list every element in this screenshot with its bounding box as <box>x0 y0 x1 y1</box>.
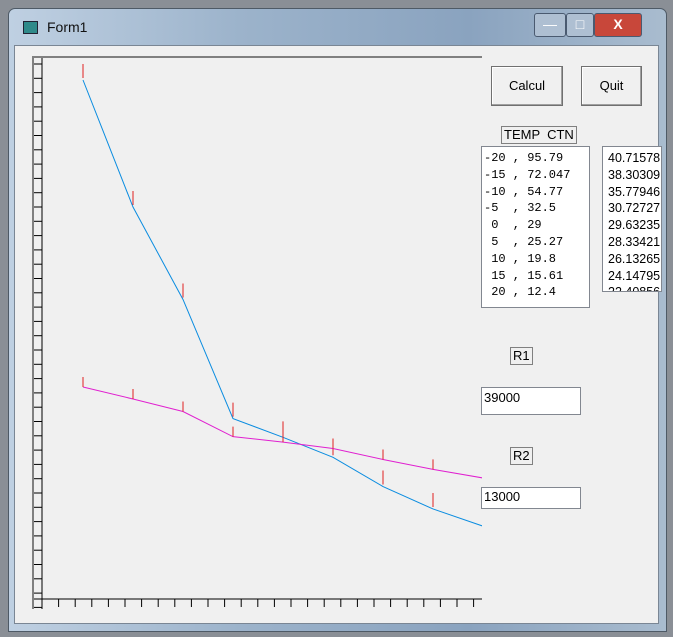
list-item[interactable]: 22.40856 <box>608 284 660 291</box>
list-item[interactable]: 26.13265 <box>608 251 660 268</box>
list-item[interactable]: 0 , 29 <box>484 217 587 234</box>
window-title: Form1 <box>47 19 88 35</box>
list-item[interactable]: 40.71578 <box>608 150 660 167</box>
list-item[interactable]: 20 , 12.4 <box>484 284 587 301</box>
r1-label: R1 <box>510 347 533 365</box>
list-item[interactable]: -5 , 32.5 <box>484 200 587 217</box>
list-item[interactable]: -20 , 95.79 <box>484 150 587 167</box>
list-item[interactable]: 35.77946 <box>608 184 660 201</box>
calcul-button[interactable]: Calcul <box>491 66 563 106</box>
list-item[interactable]: 24.14795 <box>608 268 660 285</box>
r2-input[interactable]: 13000 <box>481 487 581 509</box>
list-item[interactable]: 10 , 19.8 <box>484 251 587 268</box>
result-listbox[interactable]: 40.71578 38.30309 35.77946 30.72727 29.63235… <box>602 146 662 292</box>
series-line-ctn <box>82 79 482 527</box>
list-item[interactable]: -10 , 54.77 <box>484 184 587 201</box>
r2-label: R2 <box>510 447 533 465</box>
chart-picturebox <box>32 56 482 609</box>
list-item[interactable]: 30.72727 <box>608 200 660 217</box>
list-item[interactable]: 38.30309 <box>608 167 660 184</box>
quit-button[interactable]: Quit <box>581 66 642 106</box>
list-item[interactable]: 29.63235 <box>608 217 660 234</box>
r1-input[interactable]: 39000 <box>481 387 581 415</box>
list-item[interactable]: -15 , 72.047 <box>484 167 587 184</box>
chart <box>34 58 482 609</box>
maximize-button[interactable]: □ <box>566 13 594 37</box>
form-icon <box>23 21 38 34</box>
list-item[interactable]: 28.33421 <box>608 234 660 251</box>
minimize-button[interactable]: — <box>534 13 566 37</box>
list-item[interactable]: 5 , 25.27 <box>484 234 587 251</box>
data-listbox[interactable]: -20 , 95.79 -15 , 72.047 -10 , 54.77 -5 , 3… <box>481 146 590 308</box>
close-button[interactable]: X <box>594 13 642 37</box>
table-header-label: TEMP CTN <box>501 126 577 144</box>
list-item[interactable]: 15 , 15.61 <box>484 268 587 285</box>
